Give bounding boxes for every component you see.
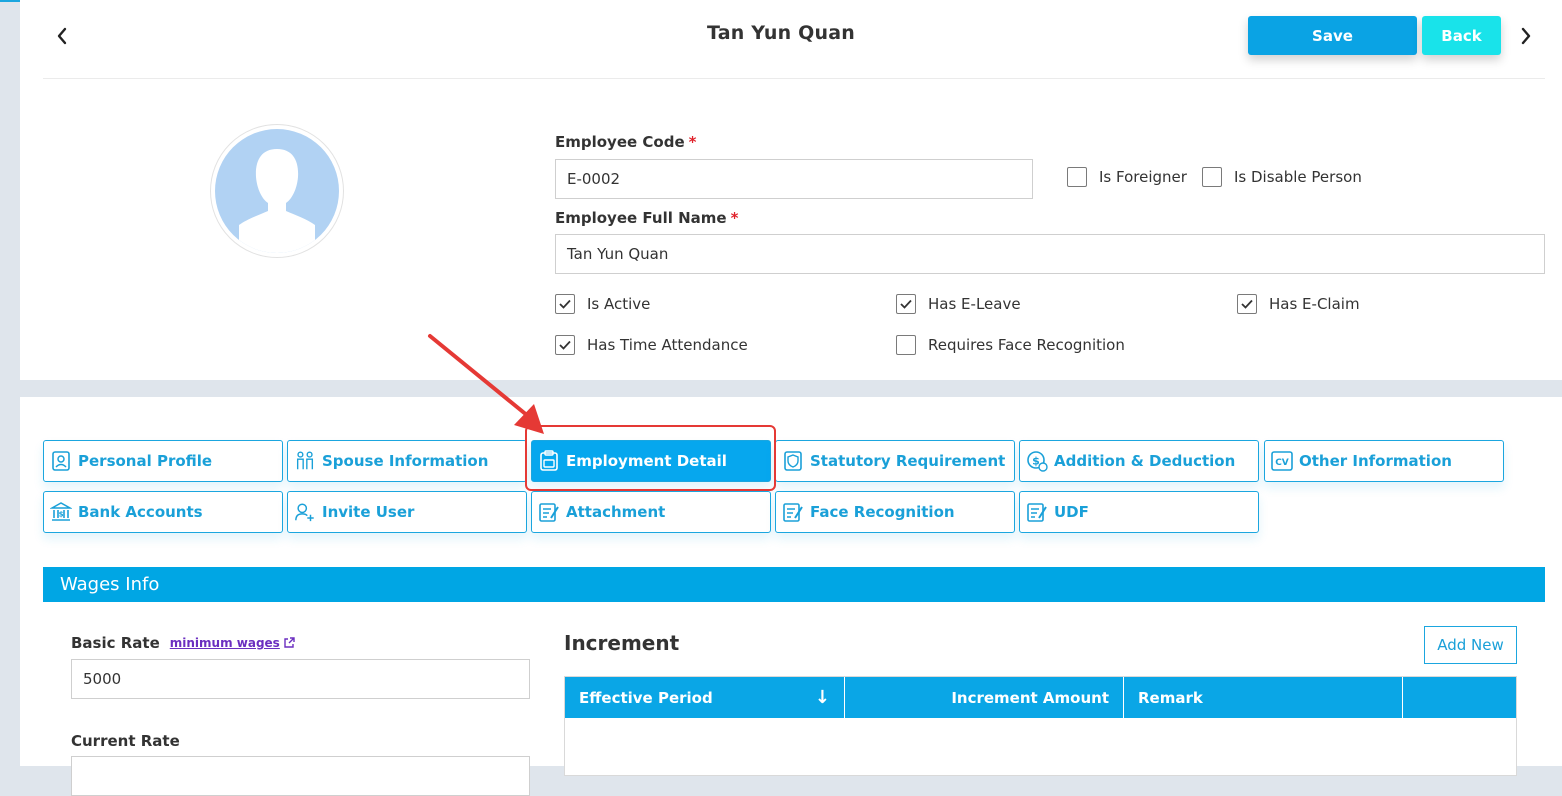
checkbox-box — [1067, 167, 1087, 187]
wages-info-header: Wages Info — [43, 567, 1545, 602]
tab-label: Invite User — [322, 503, 415, 521]
note-edit-icon — [538, 500, 560, 524]
add-user-icon — [294, 500, 316, 524]
is-active-checkbox[interactable]: Is Active — [555, 294, 650, 314]
annotation-arrow-icon — [428, 334, 544, 434]
column-label: Increment Amount — [951, 688, 1109, 707]
cv-icon: CV — [1271, 449, 1293, 473]
checkbox-label: Is Disable Person — [1234, 168, 1362, 186]
svg-text:$: $ — [59, 511, 64, 519]
is-foreigner-checkbox[interactable]: Is Foreigner — [1067, 167, 1187, 187]
column-actions — [1403, 677, 1516, 718]
is-disable-person-checkbox[interactable]: Is Disable Person — [1202, 167, 1362, 187]
tab-label: Spouse Information — [322, 452, 489, 470]
checkbox-label: Has E-Leave — [928, 295, 1021, 313]
checkbox-label: Is Active — [587, 295, 651, 313]
has-e-claim-checkbox[interactable]: Has E-Claim — [1237, 294, 1360, 314]
basic-rate-label-row: Basic Rate minimum wages — [71, 634, 295, 652]
tab-personal-profile[interactable]: Personal Profile — [43, 440, 283, 482]
tab-other-information[interactable]: CV Other Information — [1264, 440, 1504, 482]
tab-bank-accounts[interactable]: $ Bank Accounts — [43, 491, 283, 533]
tab-label: Addition & Deduction — [1054, 452, 1236, 470]
tab-attachment[interactable]: Attachment — [531, 491, 771, 533]
tab-face-recognition[interactable]: Face Recognition — [775, 491, 1015, 533]
tab-label: Other Information — [1299, 452, 1452, 470]
basic-rate-input[interactable]: 5000 — [71, 659, 530, 699]
money-coin-icon: $ — [1026, 449, 1048, 473]
checkbox-label: Is Foreigner — [1099, 168, 1187, 186]
increment-title: Increment — [564, 631, 680, 655]
avatar[interactable] — [210, 124, 344, 258]
column-label: Remark — [1138, 688, 1203, 707]
current-rate-input[interactable] — [71, 756, 530, 796]
header-divider — [43, 78, 1545, 79]
minimum-wages-link-text[interactable]: minimum wages — [170, 636, 280, 650]
profile-badge-icon — [50, 449, 72, 473]
tab-invite-user[interactable]: Invite User — [287, 491, 527, 533]
current-rate-label: Current Rate — [71, 732, 180, 750]
column-label: Effective Period — [579, 688, 713, 707]
tab-label: Attachment — [566, 503, 666, 521]
tab-statutory-requirement[interactable]: Statutory Requirement — [775, 440, 1015, 482]
has-e-leave-checkbox[interactable]: Has E-Leave — [896, 294, 1021, 314]
employee-code-label: Employee Code * — [555, 133, 697, 151]
requires-face-recognition-checkbox[interactable]: Requires Face Recognition — [896, 335, 1125, 355]
column-effective-period[interactable]: Effective Period ↓ — [565, 677, 845, 718]
person-silhouette-icon — [215, 129, 339, 253]
tab-label: UDF — [1054, 503, 1089, 521]
chevron-right-icon — [1521, 27, 1531, 45]
checkbox-box — [1202, 167, 1222, 187]
tab-label: Face Recognition — [810, 503, 955, 521]
checkbox-box — [896, 335, 916, 355]
employee-code-input[interactable]: E-0002 — [555, 159, 1033, 199]
column-increment-amount[interactable]: Increment Amount — [845, 677, 1124, 718]
tab-spouse-information[interactable]: Spouse Information — [287, 440, 527, 482]
note-edit-icon — [1026, 500, 1048, 524]
has-time-attendance-checkbox[interactable]: Has Time Attendance — [555, 335, 748, 355]
increment-table: Effective Period ↓ Increment Amount Rema… — [564, 676, 1517, 776]
table-header: Effective Period ↓ Increment Amount Rema… — [565, 677, 1516, 718]
sort-arrow-icon: ↓ — [814, 687, 830, 708]
full-name-label: Employee Full Name * — [555, 209, 738, 227]
back-button[interactable]: Back — [1422, 16, 1501, 55]
checkmark-icon — [1237, 294, 1257, 314]
checkbox-label: Has Time Attendance — [587, 336, 748, 354]
add-new-increment-button[interactable]: Add New — [1424, 626, 1517, 664]
checkbox-label: Requires Face Recognition — [928, 336, 1125, 354]
external-link-icon — [284, 637, 295, 648]
svg-text:CV: CV — [1275, 458, 1289, 468]
column-remark[interactable]: Remark — [1124, 677, 1403, 718]
required-mark: * — [688, 133, 697, 151]
tab-label: Personal Profile — [78, 452, 213, 470]
required-mark: * — [730, 209, 739, 227]
tab-udf[interactable]: UDF — [1019, 491, 1259, 533]
full-name-label-text: Employee Full Name — [555, 209, 727, 227]
save-button[interactable]: Save — [1248, 16, 1417, 55]
checkbox-label: Has E-Claim — [1269, 295, 1360, 313]
basic-rate-label: Basic Rate — [71, 634, 160, 652]
highlight-box — [525, 425, 776, 491]
shield-document-icon — [782, 449, 804, 473]
minimum-wages-link[interactable]: minimum wages — [170, 636, 295, 650]
bank-icon: $ — [50, 500, 72, 524]
checkmark-icon — [896, 294, 916, 314]
tab-addition-deduction[interactable]: $ Addition & Deduction — [1019, 440, 1259, 482]
full-name-input[interactable]: Tan Yun Quan — [555, 234, 1545, 274]
tab-label: Statutory Requirement — [810, 452, 1006, 470]
note-edit-icon — [782, 500, 804, 524]
next-record-button[interactable] — [1514, 24, 1538, 48]
checkmark-icon — [555, 294, 575, 314]
couple-icon — [294, 449, 316, 473]
employee-code-label-text: Employee Code — [555, 133, 685, 151]
tab-label: Bank Accounts — [78, 503, 203, 521]
